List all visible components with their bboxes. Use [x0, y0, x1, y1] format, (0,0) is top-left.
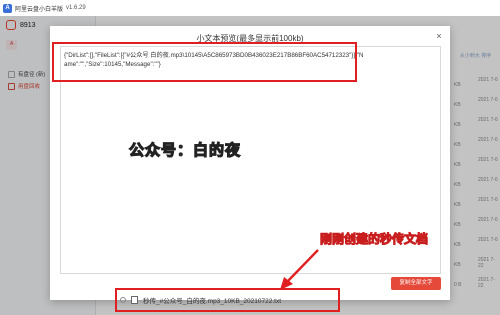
file-row[interactable]: 秒传_#公众号_白的夜.mp3_10KB_20210722.txt — [120, 294, 440, 306]
app-version: v1.6.29 — [66, 5, 86, 11]
copy-all-text-button[interactable]: 复制全部文字 — [391, 277, 441, 290]
checkbox[interactable] — [120, 297, 126, 303]
app-logo-icon: A — [3, 3, 12, 13]
annotation-label: 刚刚创建的秒传文档 — [319, 232, 429, 247]
close-icon[interactable]: × — [434, 31, 444, 41]
app-title: 阿里云盘小白羊版 — [15, 6, 64, 13]
highlight-box-content — [52, 42, 357, 82]
text-file-icon — [131, 296, 138, 304]
file-name: 秒传_#公众号_白的夜.mp3_10KB_20210722.txt — [143, 298, 282, 305]
title-bar: A 阿里云盘小白羊版 v1.6.29 — [0, 0, 500, 17]
watermark-text: 公众号：白的夜 — [128, 140, 242, 159]
